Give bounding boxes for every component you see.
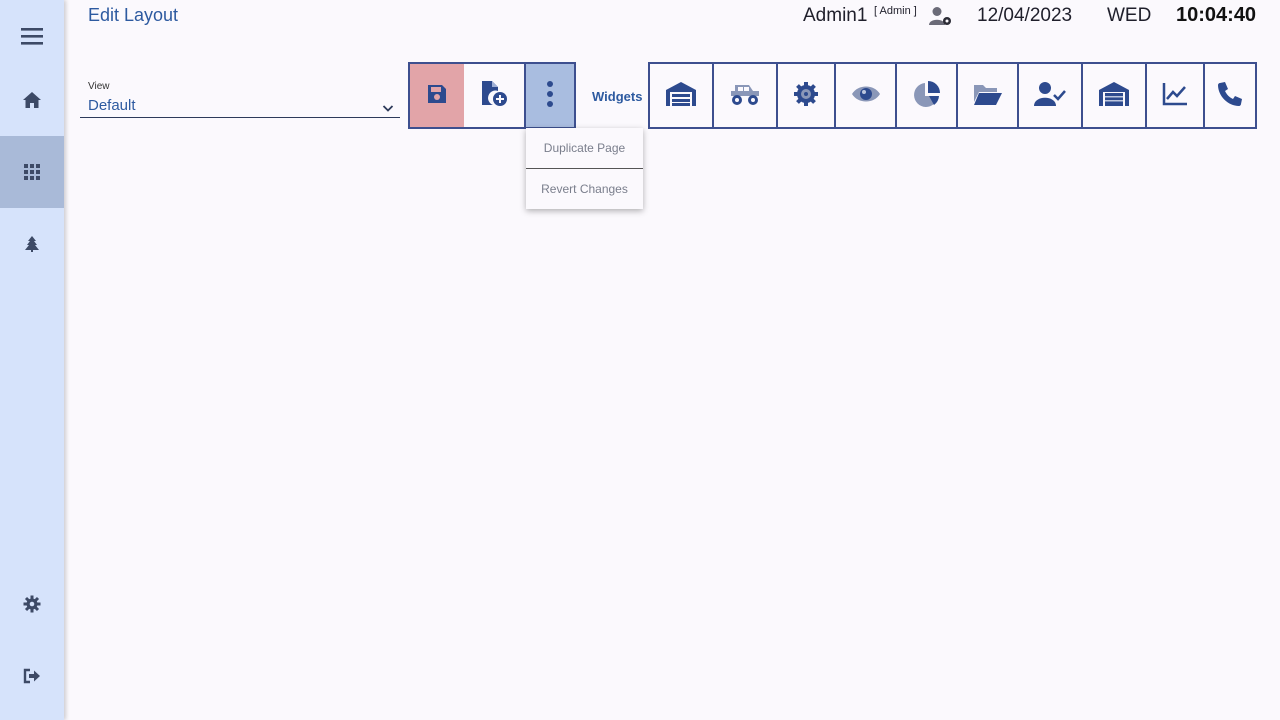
hamburger-menu-icon: [20, 26, 44, 46]
garage-icon: [1098, 81, 1130, 111]
widget-vehicle-button[interactable]: [714, 64, 778, 127]
more-options-menu: Duplicate Page Revert Changes: [526, 128, 643, 209]
save-button[interactable]: [408, 62, 466, 129]
widget-garage-button[interactable]: [1083, 64, 1147, 127]
widget-chart-button[interactable]: [897, 64, 958, 127]
eye-icon: [851, 84, 881, 108]
chevron-down-icon: [382, 99, 394, 118]
widget-files-button[interactable]: [958, 64, 1019, 127]
widget-settings-button[interactable]: [778, 64, 836, 127]
phone-icon: [1217, 81, 1243, 111]
menu-item-revert-changes[interactable]: Revert Changes: [526, 169, 643, 209]
sidebar-item-settings[interactable]: [0, 568, 64, 640]
widget-toolbar: [648, 62, 1257, 129]
logout-icon: [23, 668, 41, 684]
grid-icon: [24, 164, 40, 180]
user-name: Admin1: [803, 5, 868, 26]
day-display: WED: [1107, 5, 1152, 26]
widget-contact-button[interactable]: [1205, 64, 1257, 127]
sidebar-item-pine[interactable]: [0, 208, 64, 280]
view-select[interactable]: Default: [80, 96, 400, 118]
sidebar-item-logout[interactable]: [0, 640, 64, 712]
sidebar-item-apps[interactable]: [0, 136, 64, 208]
monster-truck-icon: [729, 82, 761, 110]
folder-open-icon: [973, 82, 1003, 110]
page-title: Edit Layout: [88, 5, 179, 25]
vertical-dots-icon: [546, 80, 554, 111]
sidebar: [0, 0, 64, 720]
more-options-button[interactable]: [524, 62, 576, 129]
pine-tree-icon: [24, 235, 40, 253]
date-display: 12/04/2023: [977, 5, 1073, 26]
user-gear-icon[interactable]: [929, 6, 953, 30]
new-page-button[interactable]: [464, 62, 526, 129]
sidebar-item-home[interactable]: [0, 64, 64, 136]
user-role: [ Admin ]: [874, 5, 917, 17]
time-display: 10:04:40: [1176, 4, 1257, 26]
file-add-icon: [479, 80, 509, 112]
widget-users-button[interactable]: [1019, 64, 1083, 127]
home-icon: [22, 91, 42, 109]
cog-wheel-icon: [793, 81, 819, 111]
sidebar-menu-button[interactable]: [0, 0, 64, 72]
gear-icon: [23, 595, 41, 613]
floppy-disk-icon: [426, 83, 448, 109]
widget-warehouse-button[interactable]: [650, 64, 714, 127]
menu-item-duplicate-page[interactable]: Duplicate Page: [526, 128, 643, 168]
widget-view-button[interactable]: [836, 64, 897, 127]
line-chart-icon: [1162, 82, 1188, 110]
pie-chart-icon: [913, 80, 941, 112]
user-check-icon: [1034, 81, 1066, 111]
view-label: View: [88, 81, 110, 92]
widgets-label: Widgets: [592, 89, 643, 104]
view-selected-value: Default: [88, 97, 136, 114]
warehouse-icon: [665, 81, 697, 111]
widget-analytics-button[interactable]: [1147, 64, 1205, 127]
